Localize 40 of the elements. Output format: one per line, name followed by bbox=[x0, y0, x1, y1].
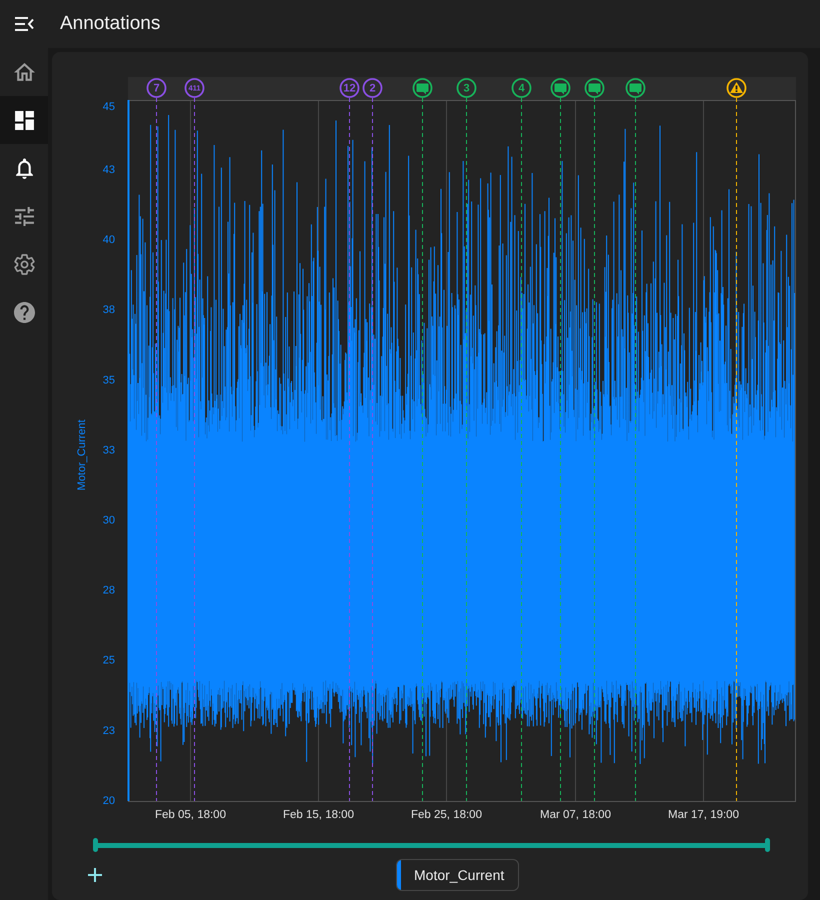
plus-icon[interactable] bbox=[88, 868, 102, 882]
annotation-marker[interactable]: 3 bbox=[456, 78, 476, 98]
x-tick-label: Feb 15, 18:00 bbox=[283, 809, 354, 822]
legend-item[interactable]: Motor_Current bbox=[396, 859, 520, 891]
range-handle[interactable] bbox=[93, 838, 98, 852]
y-tick-label: 25 bbox=[102, 654, 115, 667]
annotation-marker[interactable]: 7 bbox=[146, 78, 166, 98]
y-tick-label: 20 bbox=[102, 794, 115, 807]
annotation-marker[interactable] bbox=[726, 78, 746, 98]
x-tick-label: Mar 17, 19:00 bbox=[668, 809, 739, 822]
x-tick-label: Feb 05, 18:00 bbox=[155, 809, 226, 822]
annotation-marker[interactable]: 12 bbox=[340, 78, 360, 98]
annotation-marker[interactable]: 4 bbox=[512, 78, 532, 98]
y-tick-label: 28 bbox=[102, 584, 115, 597]
y-tick-label: 40 bbox=[102, 234, 115, 246]
y-tick-label: 43 bbox=[102, 164, 115, 176]
annotation-marker[interactable] bbox=[626, 78, 646, 98]
comment-icon bbox=[588, 84, 600, 94]
y-tick-label: 45 bbox=[102, 100, 115, 113]
x-tick-label: Mar 07, 18:00 bbox=[540, 809, 611, 822]
annotation-marker[interactable]: 2 bbox=[362, 78, 382, 98]
sidebar-button[interactable] bbox=[0, 96, 48, 144]
comment-icon bbox=[630, 84, 642, 94]
comment-icon bbox=[554, 84, 566, 94]
range-handle[interactable] bbox=[765, 838, 770, 852]
y-tick-label: 30 bbox=[102, 514, 115, 526]
y-tick-label: 38 bbox=[102, 304, 115, 316]
menu-collapse-icon[interactable] bbox=[15, 17, 34, 31]
warning-icon bbox=[730, 82, 743, 93]
range-slider-track[interactable] bbox=[95, 842, 768, 848]
page-title: Annotations bbox=[60, 12, 160, 36]
y-tick-label: 23 bbox=[102, 724, 115, 737]
y-tick-label: 33 bbox=[102, 444, 115, 456]
annotation-marker[interactable] bbox=[584, 78, 604, 98]
y-axis-title: Motor_Current bbox=[76, 420, 88, 490]
annotation-marker[interactable] bbox=[550, 78, 570, 98]
x-tick-label: Feb 25, 18:00 bbox=[411, 809, 482, 822]
y-tick-label: 35 bbox=[102, 374, 115, 386]
comment-icon bbox=[416, 84, 428, 94]
annotation-marker[interactable] bbox=[412, 78, 432, 98]
